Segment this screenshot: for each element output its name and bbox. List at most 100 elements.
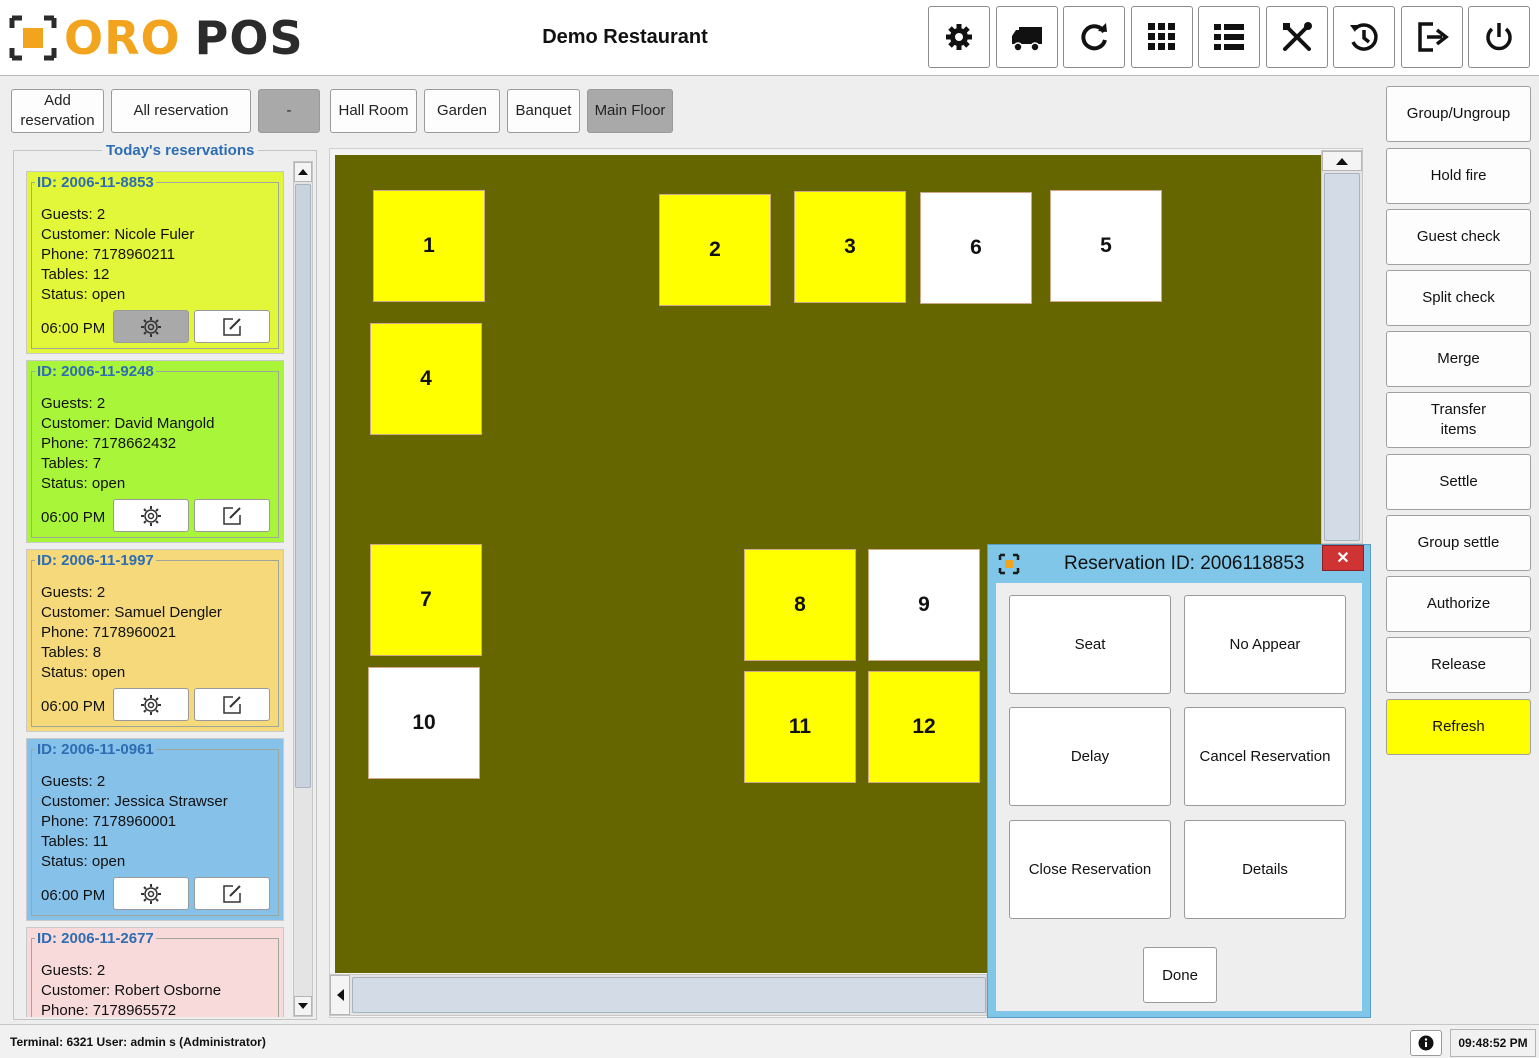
refresh-icon [1081,23,1107,51]
table-10[interactable]: 10 [368,667,480,779]
details-button[interactable]: Details [1184,820,1346,919]
no-appear-button[interactable]: No Appear [1184,595,1346,694]
table-11[interactable]: 11 [744,671,856,783]
table-2[interactable]: 2 [659,194,771,306]
table-9[interactable]: 9 [868,549,980,661]
transfer-items-button[interactable]: Transfer items [1386,392,1531,448]
group-settle-button[interactable]: Group settle [1386,515,1531,571]
list-icon [1214,24,1244,50]
settings-button[interactable] [928,6,990,68]
table-3[interactable]: 3 [794,191,906,303]
tools-button[interactable] [1266,6,1328,68]
transfer-items-label: Transfer items [1430,401,1487,438]
refresh-button[interactable]: Refresh [1386,699,1531,755]
collapse-button[interactable]: - [258,89,320,133]
gear-icon [141,316,161,337]
logout-button[interactable] [1401,6,1463,68]
clock-reset-button[interactable] [1333,6,1395,68]
tab-main-floor[interactable]: Main Floor [587,89,673,133]
info-button[interactable] [1410,1030,1442,1056]
floor-hscroll-thumb[interactable] [352,977,986,1013]
table-7[interactable]: 7 [370,544,482,656]
done-button[interactable]: Done [1143,947,1217,1003]
edit-reservation-button[interactable] [194,877,270,910]
reservation-id: ID: 2006-11-9248 [35,363,156,380]
edit-reservation-button[interactable] [194,499,270,532]
reservation-list[interactable]: ID: 2006-11-8853 Guests: 2 Customer: Nic… [14,151,290,1017]
reservation-id: ID: 2006-11-1997 [35,552,156,569]
reservation-list-scrollbar[interactable] [293,161,313,1017]
arrow-up-icon [1336,157,1348,165]
reservation-details: Guests: 2 Customer: David Mangold Phone:… [41,394,214,494]
edit-icon [223,506,241,525]
seat-button[interactable]: Seat [1009,595,1171,694]
dialog-logo-icon [998,553,1020,575]
authorize-button[interactable]: Authorize [1386,576,1531,632]
cancel-reservation-button[interactable]: Cancel Reservation [1184,707,1346,806]
header: ORO POS Demo Restaurant [0,0,1539,76]
release-button[interactable]: Release [1386,637,1531,693]
table-4[interactable]: 4 [370,323,482,435]
delay-button[interactable]: Delay [1009,707,1171,806]
table-5[interactable]: 5 [1050,190,1162,302]
customer-label: Customer: David Mangold [41,415,215,432]
reservation-card[interactable]: ID: 2006-11-8853 Guests: 2 Customer: Nic… [26,171,284,354]
table-6[interactable]: 6 [920,192,1032,304]
settle-button[interactable]: Settle [1386,454,1531,510]
reservation-actions-button[interactable] [113,499,189,532]
table-8[interactable]: 8 [744,549,856,661]
clock-reset-icon [1350,23,1378,51]
scroll-thumb[interactable] [295,184,311,788]
status-label: Status: open [41,286,126,303]
table-1[interactable]: 1 [373,190,485,302]
reservation-card[interactable]: ID: 2006-11-0961 Guests: 2 Customer: Jes… [26,738,284,921]
split-check-button[interactable]: Split check [1386,270,1531,326]
floor-scroll-up-button[interactable] [1322,151,1362,171]
tables-grid-button[interactable] [1131,6,1193,68]
reservation-details: Guests: 2 Customer: Jessica Strawser Pho… [41,772,228,872]
tab-hall-room[interactable]: Hall Room [330,89,417,133]
gear-icon [141,694,161,715]
scroll-down-button[interactable] [294,996,312,1016]
shutdown-button[interactable] [1468,6,1530,68]
floor-horizontal-scrollbar[interactable] [329,974,987,1016]
floor-vertical-scrollbar[interactable] [1321,150,1363,544]
reservation-card[interactable]: ID: 2006-11-9248 Guests: 2 Customer: Dav… [26,360,284,543]
reservation-card[interactable]: ID: 2006-11-1997 Guests: 2 Customer: Sam… [26,549,284,732]
order-list-button[interactable] [1198,6,1260,68]
all-reservation-button[interactable]: All reservation [111,89,251,133]
reservation-actions-button[interactable] [113,310,189,343]
power-icon [1486,23,1512,51]
guest-check-button[interactable]: Guest check [1386,209,1531,265]
reservation-actions-button[interactable] [113,688,189,721]
hold-fire-button[interactable]: Hold fire [1386,148,1531,204]
reservation-details: Guests: 2 Customer: Samuel Dengler Phone… [41,583,222,683]
sync-button[interactable] [1063,6,1125,68]
gear-icon [946,24,972,50]
close-reservation-button[interactable]: Close Reservation [1009,820,1171,919]
edit-reservation-button[interactable] [194,688,270,721]
reservation-id: ID: 2006-11-2677 [35,930,156,947]
merge-button[interactable]: Merge [1386,331,1531,387]
delivery-button[interactable] [996,6,1058,68]
logo-mark-icon [8,14,58,62]
reservations-panel: Today's reservations ID: 2006-11-8853 Gu… [13,142,317,1020]
tab-banquet[interactable]: Banquet [507,89,580,133]
phone-label: Phone: 7178965572 [41,1002,177,1017]
add-reservation-button[interactable]: Add reservation [11,89,104,133]
reservation-card[interactable]: ID: 2006-11-2677 Guests: 2 Customer: Rob… [26,927,284,1017]
floor-scroll-thumb[interactable] [1324,173,1360,541]
table-12[interactable]: 12 [868,671,980,783]
floor-scroll-left-button[interactable] [330,975,350,1015]
group-ungroup-button[interactable]: Group/Ungroup [1386,86,1531,142]
edit-reservation-button[interactable] [194,310,270,343]
tab-garden[interactable]: Garden [424,89,500,133]
app-logo: ORO POS [8,14,304,62]
edit-icon [223,695,241,714]
scroll-up-button[interactable] [294,162,312,182]
phone-label: Phone: 7178960001 [41,813,177,830]
grid-icon [1148,23,1175,50]
reservation-actions-button[interactable] [113,877,189,910]
close-button[interactable]: ✕ [1322,545,1364,571]
gear-icon [141,883,161,904]
